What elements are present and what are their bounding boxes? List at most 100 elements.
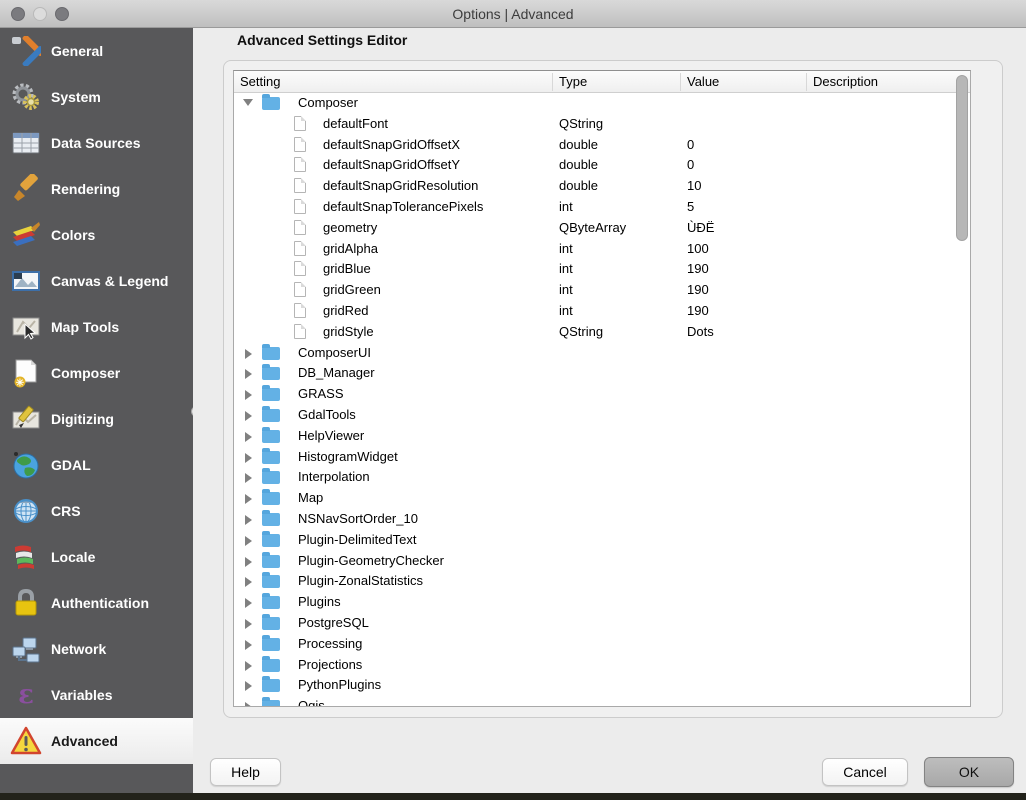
sidebar-item-label: Composer bbox=[51, 365, 120, 381]
sidebar-item-canvas-legend[interactable]: Canvas & Legend bbox=[0, 258, 193, 304]
tree-row-group[interactable]: Plugins bbox=[234, 592, 970, 613]
expand-arrow-icon[interactable] bbox=[245, 369, 252, 379]
tree-row-setting[interactable]: defaultSnapGridResolutiondouble10 bbox=[234, 176, 970, 197]
sidebar-item-general[interactable]: General bbox=[0, 28, 193, 74]
tree-row-group[interactable]: Map bbox=[234, 488, 970, 509]
expand-arrow-icon[interactable] bbox=[245, 494, 252, 504]
expand-arrow-icon[interactable] bbox=[245, 411, 252, 421]
expand-arrow-icon[interactable] bbox=[245, 536, 252, 546]
sidebar-item-composer[interactable]: ✳ Composer bbox=[0, 350, 193, 396]
sidebar-item-label: System bbox=[51, 89, 101, 105]
setting-type: QByteArray bbox=[559, 220, 626, 235]
tree-row-group[interactable]: Plugin-GeometryChecker bbox=[234, 551, 970, 572]
sidebar-item-network[interactable]: Network bbox=[0, 626, 193, 672]
tree-row-group[interactable]: Projections bbox=[234, 655, 970, 676]
tree-row-group[interactable]: ComposerUI bbox=[234, 343, 970, 364]
folder-icon bbox=[262, 492, 280, 505]
tree-row-group[interactable]: GRASS bbox=[234, 384, 970, 405]
sidebar-item-crs[interactable]: CRS bbox=[0, 488, 193, 534]
column-header-setting[interactable]: Setting bbox=[240, 74, 280, 89]
tree-row-group[interactable]: Interpolation bbox=[234, 467, 970, 488]
sidebar-item-system[interactable]: System bbox=[0, 74, 193, 120]
vertical-scrollbar-thumb[interactable] bbox=[956, 75, 968, 241]
tree-row-group[interactable]: Composer bbox=[234, 93, 970, 114]
tree-row-setting[interactable]: gridRedint190 bbox=[234, 301, 970, 322]
folder-icon bbox=[262, 638, 280, 651]
folder-icon bbox=[262, 347, 280, 360]
setting-name: PostgreSQL bbox=[298, 615, 369, 630]
tree-row-setting[interactable]: defaultSnapGridOffsetYdouble0 bbox=[234, 155, 970, 176]
tree-row-setting[interactable]: defaultSnapTolerancePixelsint5 bbox=[234, 197, 970, 218]
help-button[interactable]: Help bbox=[210, 758, 281, 786]
expand-arrow-icon[interactable] bbox=[245, 619, 252, 629]
tree-row-group[interactable]: NSNavSortOrder_10 bbox=[234, 509, 970, 530]
tree-row-setting[interactable]: gridGreenint190 bbox=[234, 280, 970, 301]
setting-value: 190 bbox=[687, 261, 709, 276]
column-header-type[interactable]: Type bbox=[559, 74, 587, 89]
tree-row-setting[interactable]: defaultSnapGridOffsetXdouble0 bbox=[234, 135, 970, 156]
canvas-image-icon bbox=[9, 265, 43, 297]
tree-row-group[interactable]: HistogramWidget bbox=[234, 447, 970, 468]
sidebar-item-advanced[interactable]: Advanced bbox=[0, 718, 193, 764]
expand-arrow-icon[interactable] bbox=[245, 640, 252, 650]
window-title: Options | Advanced bbox=[0, 6, 1026, 22]
setting-name: Map bbox=[298, 490, 323, 505]
expand-arrow-icon[interactable] bbox=[245, 702, 252, 706]
tree-row-group[interactable]: Processing bbox=[234, 634, 970, 655]
tree-row-setting[interactable]: gridBlueint190 bbox=[234, 259, 970, 280]
column-separator bbox=[806, 73, 807, 91]
setting-type: int bbox=[559, 199, 573, 214]
sidebar-item-variables[interactable]: ε Variables bbox=[0, 672, 193, 718]
tree-row-group[interactable]: HelpViewer bbox=[234, 426, 970, 447]
tree-row-setting[interactable]: defaultFontQString bbox=[234, 114, 970, 135]
sidebar-item-label: Colors bbox=[51, 227, 95, 243]
setting-name: Plugin-DelimitedText bbox=[298, 532, 417, 547]
tree-row-group[interactable]: Plugin-ZonalStatistics bbox=[234, 571, 970, 592]
document-icon bbox=[294, 199, 306, 214]
tree-row-group[interactable]: DB_Manager bbox=[234, 363, 970, 384]
globe-icon bbox=[9, 449, 43, 481]
expand-arrow-icon[interactable] bbox=[245, 432, 252, 442]
expand-arrow-icon[interactable] bbox=[245, 390, 252, 400]
sidebar-item-rendering[interactable]: Rendering bbox=[0, 166, 193, 212]
tree-row-setting[interactable]: gridAlphaint100 bbox=[234, 239, 970, 260]
tree-row-group[interactable]: Plugin-DelimitedText bbox=[234, 530, 970, 551]
sidebar-item-label: General bbox=[51, 43, 103, 59]
tree-row-group[interactable]: GdalTools bbox=[234, 405, 970, 426]
expand-arrow-icon[interactable] bbox=[245, 515, 252, 525]
expand-arrow-icon[interactable] bbox=[245, 577, 252, 587]
tree-row-group[interactable]: PythonPlugins bbox=[234, 675, 970, 696]
cancel-button[interactable]: Cancel bbox=[822, 758, 908, 786]
setting-name: GdalTools bbox=[298, 407, 356, 422]
tree-row-group[interactable]: Qgis bbox=[234, 696, 970, 706]
sidebar-item-digitizing[interactable]: Digitizing bbox=[0, 396, 193, 442]
sidebar-item-gdal[interactable]: GDAL bbox=[0, 442, 193, 488]
sidebar-item-data-sources[interactable]: Data Sources bbox=[0, 120, 193, 166]
tree-row-setting[interactable]: gridStyleQStringDots bbox=[234, 322, 970, 343]
setting-value: Dots bbox=[687, 324, 714, 339]
setting-type: int bbox=[559, 282, 573, 297]
settings-groupbox: Setting Type Value Description Composerd… bbox=[223, 60, 1003, 718]
sidebar-item-colors[interactable]: Colors bbox=[0, 212, 193, 258]
expand-arrow-icon[interactable] bbox=[245, 681, 252, 691]
expand-arrow-icon[interactable] bbox=[245, 557, 252, 567]
ok-button[interactable]: OK bbox=[924, 757, 1014, 787]
sidebar-item-label: Authentication bbox=[51, 595, 149, 611]
tree-row-group[interactable]: PostgreSQL bbox=[234, 613, 970, 634]
epsilon-icon: ε bbox=[9, 679, 43, 711]
gears-icon bbox=[9, 81, 43, 113]
sidebar-item-map-tools[interactable]: Map Tools bbox=[0, 304, 193, 350]
expand-arrow-icon[interactable] bbox=[245, 661, 252, 671]
expand-arrow-icon[interactable] bbox=[245, 473, 252, 483]
expand-arrow-icon[interactable] bbox=[245, 598, 252, 608]
tree-row-setting[interactable]: geometryQByteArrayÙÐË bbox=[234, 218, 970, 239]
column-header-description[interactable]: Description bbox=[813, 74, 878, 89]
expand-arrow-icon[interactable] bbox=[245, 453, 252, 463]
collapse-arrow-icon[interactable] bbox=[243, 99, 253, 106]
setting-type: QString bbox=[559, 116, 603, 131]
column-header-value[interactable]: Value bbox=[687, 74, 719, 89]
sidebar-item-locale[interactable]: Locale bbox=[0, 534, 193, 580]
sidebar-item-authentication[interactable]: Authentication bbox=[0, 580, 193, 626]
setting-name: Plugin-ZonalStatistics bbox=[298, 573, 423, 588]
expand-arrow-icon[interactable] bbox=[245, 349, 252, 359]
